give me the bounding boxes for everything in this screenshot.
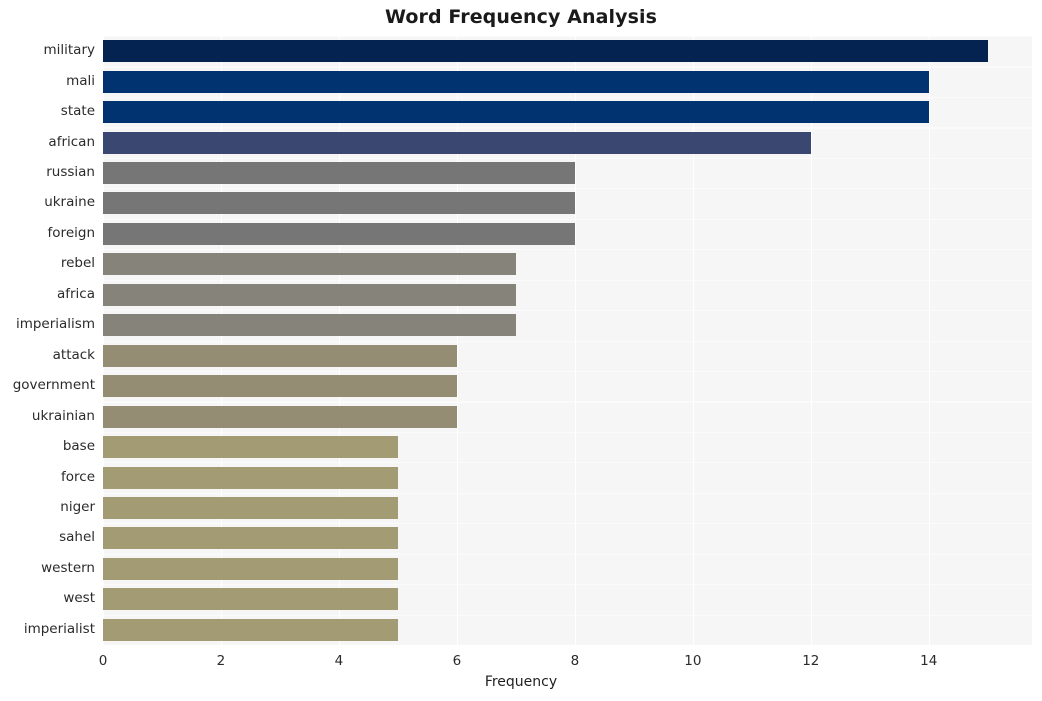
gridline-vertical	[928, 36, 931, 645]
gridline-vertical	[574, 36, 577, 645]
gridline-horizontal	[103, 279, 1032, 281]
gridline-horizontal	[103, 249, 1032, 251]
bar	[103, 131, 811, 154]
y-axis-tick-label: west	[63, 590, 95, 607]
y-axis-tick-label: state	[60, 103, 95, 120]
y-axis-tick-label: africa	[56, 285, 95, 302]
gridline-horizontal	[103, 188, 1032, 190]
y-axis-tick-label: western	[41, 559, 95, 576]
x-axis-tick-label: 14	[920, 653, 938, 669]
gridline-horizontal	[103, 66, 1032, 68]
gridline-horizontal	[103, 96, 1032, 99]
y-axis-tick-label: government	[12, 377, 95, 394]
x-axis-tick-label: 10	[684, 653, 702, 669]
x-axis-tick-label: 0	[98, 653, 108, 669]
gridline-vertical	[456, 36, 459, 645]
y-axis-tick-label: imperialism	[15, 316, 95, 333]
y-axis-tick-label: sahel	[59, 529, 95, 546]
y-axis-tick-label: force	[61, 468, 95, 485]
y-axis-tick-labels: military mali state african russian ukraine fo…	[0, 36, 95, 645]
chart-title: Word Frequency Analysis	[384, 6, 658, 28]
gridline-vertical	[692, 36, 695, 645]
gridline-vertical	[810, 36, 813, 645]
gridline-vertical	[338, 36, 341, 645]
gridline-horizontal	[103, 553, 1032, 555]
bar	[103, 162, 575, 185]
bar	[103, 40, 988, 63]
gridline-horizontal	[103, 431, 1032, 434]
y-axis-tick-label: foreign	[47, 224, 95, 241]
y-axis-tick-label: imperialist	[23, 620, 95, 637]
y-axis-tick-label: russian	[46, 164, 95, 181]
x-axis-tick-label: 12	[802, 653, 820, 669]
bar	[103, 314, 516, 337]
bar	[103, 375, 457, 398]
bar	[103, 101, 929, 124]
bar	[103, 557, 398, 580]
bar	[103, 70, 929, 93]
x-axis-title: Frequency	[484, 674, 558, 690]
y-axis-tick-label: rebel	[60, 255, 95, 272]
y-axis-tick-label: attack	[52, 346, 95, 363]
y-axis-tick-label: ukraine	[44, 194, 95, 211]
gridline-horizontal	[103, 584, 1032, 586]
bar	[103, 253, 516, 276]
gridline-horizontal	[103, 310, 1032, 312]
gridline-horizontal	[103, 340, 1032, 342]
y-axis-tick-label: military	[43, 42, 95, 59]
bar	[103, 192, 575, 215]
bar	[103, 466, 398, 489]
x-axis-tick-label: 4	[334, 653, 344, 669]
gridline-horizontal	[103, 127, 1032, 129]
gridline-horizontal	[103, 523, 1032, 525]
gridline-vertical	[220, 36, 223, 645]
x-axis-tick-label: 6	[452, 653, 462, 669]
bar	[103, 618, 398, 641]
bar	[103, 436, 398, 459]
gridline-horizontal	[103, 492, 1032, 494]
bar	[103, 405, 457, 428]
bar	[103, 496, 398, 519]
gridline-horizontal	[103, 614, 1032, 616]
y-axis-tick-label: base	[62, 438, 95, 455]
plot-area	[103, 36, 1032, 645]
x-axis-tick-label: 8	[570, 653, 580, 669]
bar	[103, 283, 516, 306]
gridline-horizontal	[103, 370, 1032, 373]
y-axis-tick-label: mali	[66, 72, 95, 89]
gridline-horizontal	[103, 157, 1032, 159]
gridline-horizontal	[103, 462, 1032, 464]
bar	[103, 344, 457, 367]
gridline-horizontal	[103, 36, 1032, 38]
x-axis-tick-labels: 0 2 4 6 8 10 12 14	[0, 645, 1042, 675]
y-axis-tick-label: african	[48, 133, 95, 150]
bar	[103, 527, 398, 550]
y-axis-tick-label: niger	[60, 498, 95, 515]
bar	[103, 588, 398, 611]
bar	[103, 222, 575, 245]
gridline-horizontal	[103, 218, 1032, 220]
x-axis-tick-label: 2	[216, 653, 226, 669]
gridline-horizontal	[103, 401, 1032, 403]
chart-figure: Word Frequency Analysis military mali stat…	[0, 0, 1042, 701]
y-axis-tick-label: ukrainian	[31, 407, 95, 424]
gridline-vertical	[103, 36, 105, 645]
